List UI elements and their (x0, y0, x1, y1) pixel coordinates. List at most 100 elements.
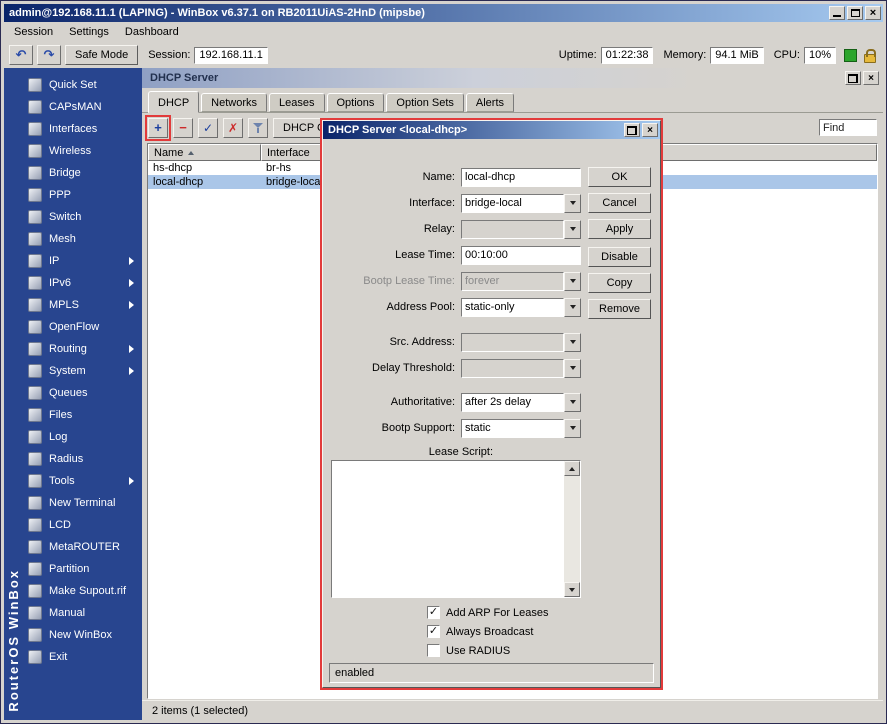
sidebar-item[interactable]: Quick Set (24, 74, 142, 96)
delay-threshold-input[interactable] (461, 359, 564, 378)
remove-button[interactable]: − (173, 118, 193, 138)
bootp-support-input[interactable] (461, 419, 564, 438)
scroll-up-button[interactable] (564, 461, 580, 476)
checkbox-always-broadcast[interactable]: ✓ Always Broadcast (427, 622, 652, 641)
redo-button[interactable]: ↷ (37, 45, 61, 65)
cancel-button[interactable]: Cancel (588, 193, 651, 213)
sidebar-item[interactable]: Radius (24, 448, 142, 470)
menu-item[interactable]: Dashboard (117, 23, 187, 41)
sidebar-item[interactable]: System (24, 360, 142, 382)
checkbox-add-arp-for-leases[interactable]: ✓ Add ARP For Leases (427, 603, 652, 622)
dialog-restore-button[interactable] (624, 123, 640, 137)
sidebar-item[interactable]: Make Supout.rif (24, 580, 142, 602)
sidebar-item[interactable]: Manual (24, 602, 142, 624)
interface-dropdown-button[interactable] (564, 194, 581, 213)
sidebar-item[interactable]: Switch (24, 206, 142, 228)
lease-script-input[interactable] (332, 461, 564, 597)
menu-item[interactable]: Session (6, 23, 61, 41)
tab[interactable]: Leases (269, 93, 324, 112)
disable-entry-button[interactable]: Disable (588, 247, 651, 267)
checkbox-box[interactable] (427, 644, 440, 657)
address-pool-dropdown-button[interactable] (564, 298, 581, 317)
tab[interactable]: Networks (201, 93, 267, 112)
tab[interactable]: Alerts (466, 93, 514, 112)
lease-time-input[interactable] (461, 246, 581, 265)
relay-dropdown-button[interactable] (564, 220, 581, 239)
delay-threshold-combo (461, 359, 581, 378)
scroll-down-button[interactable] (564, 582, 580, 597)
remove-entry-button[interactable]: Remove (588, 299, 651, 319)
sidebar-item[interactable]: Tools (24, 470, 142, 492)
sidebar-item[interactable]: New WinBox (24, 624, 142, 646)
sidebar-item[interactable]: OpenFlow (24, 316, 142, 338)
panel-restore-button[interactable] (845, 71, 861, 85)
vertical-scrollbar[interactable] (564, 461, 580, 597)
submenu-arrow-icon (129, 477, 134, 485)
sidebar-item[interactable]: IPv6 (24, 272, 142, 294)
src-address-dropdown-button[interactable] (564, 333, 581, 352)
sidebar-item[interactable]: MetaROUTER (24, 536, 142, 558)
nav-item-icon (28, 276, 42, 290)
sidebar-item[interactable]: Exit (24, 646, 142, 668)
bootp-support-label: Bootp Support: (331, 422, 461, 434)
check-icon: ✓ (429, 626, 438, 637)
safe-mode-button[interactable]: Safe Mode (65, 45, 138, 65)
sidebar-item-label: Partition (49, 563, 134, 575)
scrollbar-track[interactable] (564, 476, 580, 582)
apply-button[interactable]: Apply (588, 219, 651, 239)
sidebar-item[interactable]: MPLS (24, 294, 142, 316)
maximize-button[interactable] (847, 6, 863, 20)
delay-threshold-dropdown-button[interactable] (564, 359, 581, 378)
disable-button[interactable]: ✗ (223, 118, 243, 138)
sidebar-item[interactable]: PPP (24, 184, 142, 206)
checkbox-box[interactable]: ✓ (427, 625, 440, 638)
bootp-lease-time-dropdown-button[interactable] (564, 272, 581, 291)
sidebar-item-label: Interfaces (49, 123, 134, 135)
sidebar-item[interactable]: IP (24, 250, 142, 272)
tab[interactable]: Option Sets (386, 93, 463, 112)
authoritative-dropdown-button[interactable] (564, 393, 581, 412)
ok-button[interactable]: OK (588, 167, 651, 187)
tab[interactable]: Options (327, 93, 385, 112)
filter-button[interactable] (248, 118, 268, 138)
add-button[interactable]: + (148, 118, 168, 138)
routeros-winbox-brand: RouterOS WinBox (6, 569, 21, 712)
sidebar-item[interactable]: Bridge (24, 162, 142, 184)
bootp-lease-time-input[interactable] (461, 272, 564, 291)
authoritative-input[interactable] (461, 393, 564, 412)
column-header-name[interactable]: Name (148, 144, 261, 161)
tab[interactable]: DHCP (148, 91, 199, 113)
menu-item[interactable]: Settings (61, 23, 117, 41)
dialog-body: Name: Interface: Relay: Lease Time: (323, 139, 660, 687)
sidebar-item[interactable]: LCD (24, 514, 142, 536)
minimize-button[interactable] (829, 6, 845, 20)
sidebar-item[interactable]: Routing (24, 338, 142, 360)
close-button[interactable]: × (865, 6, 881, 20)
undo-button[interactable]: ↶ (9, 45, 33, 65)
address-pool-input[interactable] (461, 298, 564, 317)
panel-close-button[interactable]: × (863, 71, 879, 85)
copy-button[interactable]: Copy (588, 273, 651, 293)
bootp-support-dropdown-button[interactable] (564, 419, 581, 438)
dialog-close-button[interactable]: × (642, 123, 658, 137)
relay-input[interactable] (461, 220, 564, 239)
nav-item-icon (28, 100, 42, 114)
sidebar-item[interactable]: Interfaces (24, 118, 142, 140)
checkbox-box[interactable]: ✓ (427, 606, 440, 619)
sidebar-item[interactable]: Mesh (24, 228, 142, 250)
sidebar-item[interactable]: Wireless (24, 140, 142, 162)
sidebar-item[interactable]: Files (24, 404, 142, 426)
interface-input[interactable] (461, 194, 564, 213)
sidebar-item[interactable]: CAPsMAN (24, 96, 142, 118)
sidebar-item[interactable]: New Terminal (24, 492, 142, 514)
sidebar-item-label: Files (49, 409, 134, 421)
checkbox-use-radius[interactable]: Use RADIUS (427, 641, 652, 660)
sidebar-item[interactable]: Log (24, 426, 142, 448)
src-address-input[interactable] (461, 333, 564, 352)
lease-script-area (331, 460, 581, 598)
sidebar-item[interactable]: Queues (24, 382, 142, 404)
enable-button[interactable]: ✓ (198, 118, 218, 138)
find-input[interactable] (819, 119, 877, 136)
name-input[interactable] (461, 168, 581, 187)
sidebar-item[interactable]: Partition (24, 558, 142, 580)
